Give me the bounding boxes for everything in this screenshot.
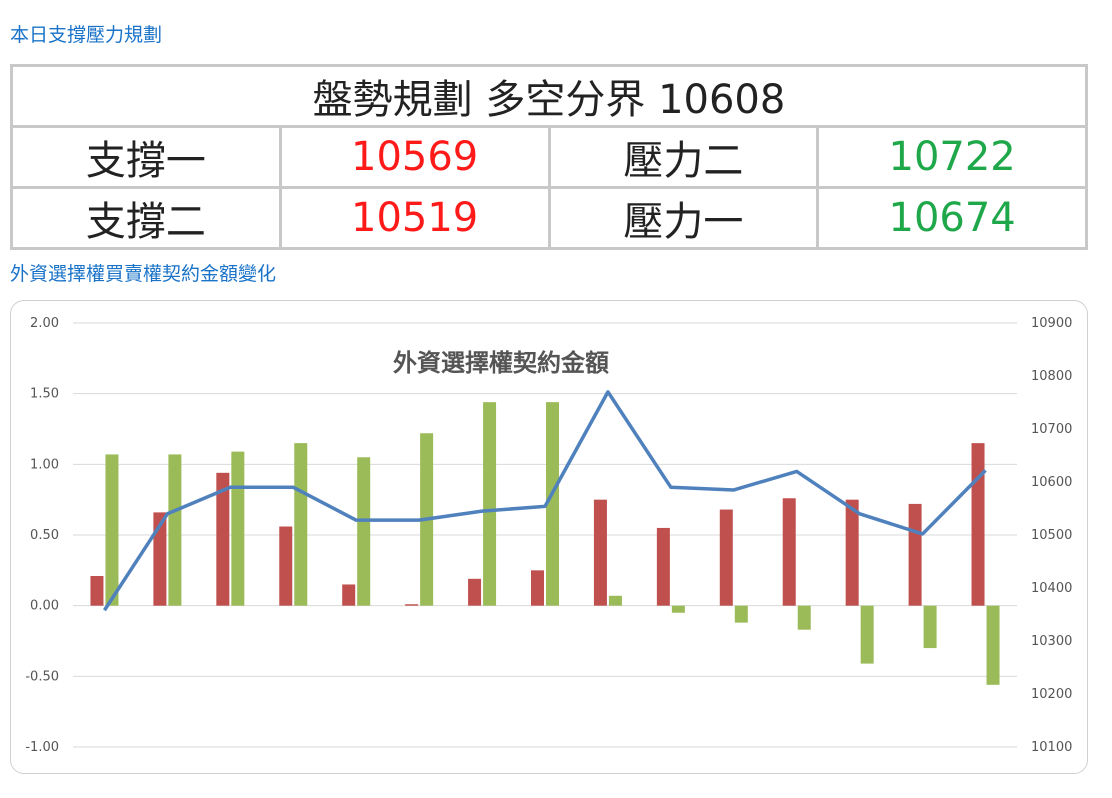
support-resistance-title: 本日支撐壓力規劃 bbox=[10, 24, 163, 46]
bar-green bbox=[231, 451, 245, 606]
bar-red bbox=[656, 527, 670, 606]
y-tick-label: 1.00 bbox=[30, 457, 59, 472]
y-tick-label: 1.50 bbox=[30, 387, 59, 402]
y2-tick-label: 10900 bbox=[1031, 316, 1072, 331]
bar-red bbox=[405, 604, 419, 606]
bar-green bbox=[483, 402, 497, 606]
support-label: 支撐二 bbox=[10, 186, 282, 250]
resistance-label: 壓力二 bbox=[547, 125, 820, 189]
support-value: 10569 bbox=[278, 125, 551, 189]
bar-green bbox=[860, 605, 874, 664]
y2-tick-label: 10100 bbox=[1031, 740, 1072, 755]
table-row: 支撐二 10519 壓力一 10674 bbox=[10, 186, 1088, 250]
bar-red bbox=[845, 499, 859, 606]
y2-tick-label: 10600 bbox=[1031, 475, 1072, 490]
bar-red bbox=[971, 443, 985, 606]
options-amount-chart: 2.00 1.50 1.00 0.50 0.00 -0.50 -1.00 10900 10800… bbox=[25, 316, 1072, 755]
support-label: 支撐一 bbox=[10, 125, 282, 189]
bar-green bbox=[734, 605, 748, 623]
y2-tick-label: 10200 bbox=[1031, 687, 1072, 702]
y-tick-label: -0.50 bbox=[25, 669, 59, 684]
bar-green bbox=[105, 454, 119, 606]
bar-red bbox=[719, 509, 733, 606]
y2-tick-label: 10500 bbox=[1031, 528, 1072, 543]
bar-red bbox=[342, 584, 356, 606]
y-tick-label: 0.50 bbox=[30, 528, 59, 543]
y2-tick-label: 10300 bbox=[1031, 634, 1072, 649]
y2-tick-label: 10800 bbox=[1031, 369, 1072, 384]
y2-tick-label: 10700 bbox=[1031, 422, 1072, 437]
bar-green bbox=[294, 443, 308, 606]
resistance-label: 壓力一 bbox=[547, 186, 820, 250]
y2-tick-label: 10400 bbox=[1031, 581, 1072, 596]
table-row: 支撐一 10569 壓力二 10722 bbox=[10, 125, 1088, 189]
bar-green bbox=[923, 605, 937, 649]
bar-green bbox=[797, 605, 811, 630]
resistance-value: 10674 bbox=[816, 186, 1088, 250]
y-tick-label: -1.00 bbox=[25, 740, 59, 755]
bar-green bbox=[168, 454, 182, 606]
bar-green bbox=[357, 457, 371, 606]
bar-red bbox=[279, 526, 293, 606]
y-tick-label: 0.00 bbox=[30, 599, 59, 614]
bar-green bbox=[608, 595, 622, 606]
bar-red bbox=[782, 498, 796, 606]
chart-container: 2.00 1.50 1.00 0.50 0.00 -0.50 -1.00 10900 10800… bbox=[10, 300, 1088, 774]
support-value: 10519 bbox=[278, 186, 551, 250]
resistance-value: 10722 bbox=[816, 125, 1088, 189]
bar-red bbox=[468, 578, 482, 606]
chart-title: 外資選擇權契約金額 bbox=[393, 349, 609, 377]
bar-red bbox=[908, 503, 922, 606]
bar-red bbox=[531, 570, 544, 606]
bar-green bbox=[671, 605, 685, 613]
bar-red bbox=[90, 575, 104, 606]
support-resistance-table: 盤勢規劃 多空分界 10608 支撐一 10569 壓力二 10722 支撐二 … bbox=[10, 64, 1088, 250]
bar-green bbox=[986, 605, 1000, 685]
market-plan-header: 盤勢規劃 多空分界 10608 bbox=[10, 64, 1088, 128]
bar-red bbox=[593, 499, 607, 606]
chart-section-title: 外資選擇權買賣權契約金額變化 bbox=[10, 263, 277, 285]
y-tick-label: 2.00 bbox=[30, 316, 59, 331]
